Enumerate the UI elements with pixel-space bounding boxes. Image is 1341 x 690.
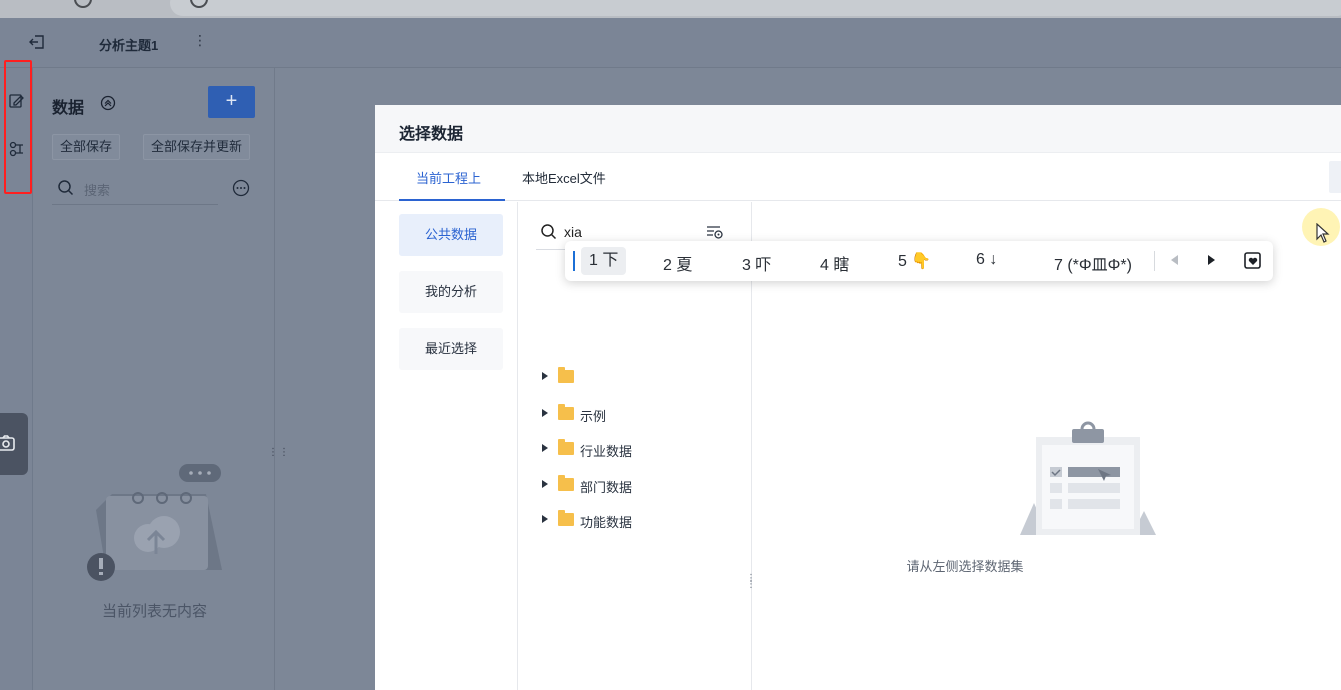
folder-icon [558, 439, 574, 455]
collapse-up-icon[interactable] [100, 95, 116, 111]
app-header: 分析主题1 ⋮ [0, 18, 1341, 68]
ime-candidate[interactable]: 3 吓 [742, 251, 771, 275]
sticker-icon[interactable] [1243, 250, 1263, 270]
search-icon [58, 180, 74, 196]
panel-resize-handle[interactable]: ⋮⋮ [268, 448, 290, 458]
empty-list-text: 当前列表无内容 [101, 603, 207, 620]
expand-caret-icon[interactable] [542, 372, 548, 380]
ime-candidate[interactable]: 4 瞎 [820, 251, 849, 275]
exit-icon[interactable] [28, 33, 46, 51]
tab-current-project[interactable]: 当前工程上 [416, 168, 481, 187]
expand-caret-icon[interactable] [542, 409, 548, 417]
address-bar[interactable] [170, 0, 1341, 16]
subject-title[interactable]: 分析主题1 [99, 35, 158, 54]
ime-caret [573, 251, 575, 271]
data-search-input[interactable]: 搜索 [52, 173, 218, 205]
dialog-side-button[interactable] [1329, 161, 1341, 193]
save-all-update-button[interactable]: 全部保存并更新 [143, 134, 251, 160]
cursor-arrow-icon [1316, 223, 1330, 243]
folder-icon [558, 404, 574, 420]
annotation-highlight-box [4, 60, 32, 194]
save-all-button[interactable]: 全部保存 [52, 134, 121, 160]
tree-item-label: 行业数据 [580, 444, 633, 459]
nav-public-data[interactable]: 公共数据 [399, 214, 503, 256]
data-panel: 数据 + 全部保存 全部保存并更新 搜索 当前列表无内容 [34, 68, 275, 690]
ime-candidate[interactable]: 7 (*Φ皿Φ*) [1054, 251, 1132, 275]
expand-caret-icon[interactable] [542, 515, 548, 523]
search-icon [541, 224, 557, 240]
tree-item-label: 示例 [580, 409, 607, 424]
dialog-title: 选择数据 [399, 126, 464, 143]
folder-icon [558, 367, 574, 383]
filter-settings-icon[interactable] [706, 224, 724, 240]
folder-icon [558, 510, 574, 526]
expand-caret-icon[interactable] [542, 444, 548, 452]
camera-icon [0, 435, 15, 451]
nav-my-analysis[interactable]: 我的分析 [399, 271, 503, 313]
ime-prev-page-icon[interactable] [1171, 255, 1178, 265]
ime-next-page-icon[interactable] [1208, 255, 1215, 265]
expand-caret-icon[interactable] [542, 480, 548, 488]
panel-heading: 数据 [52, 100, 85, 117]
mouse-cursor [1302, 208, 1340, 246]
more-options-icon[interactable] [232, 179, 250, 197]
folder-icon [558, 475, 574, 491]
search-placeholder: 搜索 [84, 183, 111, 198]
screenshot-button[interactable] [0, 413, 28, 475]
tree-item-label: 功能数据 [580, 515, 633, 530]
active-tab-indicator [399, 199, 505, 201]
empty-list-illustration [87, 464, 222, 581]
data-category-nav: 公共数据 我的分析 最近选择 [375, 202, 518, 690]
ime-candidate-bar: 1 下 2 夏 3 吓 4 瞎 5 👇 6 ↓ 7 (*Φ皿Φ*) [565, 241, 1273, 281]
source-tabs: 当前工程上 本地Excel文件 [375, 153, 1341, 201]
ime-candidate[interactable]: 5 👇 [898, 251, 931, 271]
tab-local-excel[interactable]: 本地Excel文件 [522, 168, 606, 187]
ime-candidate[interactable]: 6 ↓ [976, 251, 997, 269]
reload-icon[interactable] [74, 0, 92, 8]
ime-candidate[interactable]: 1 下 [581, 247, 627, 275]
ime-candidate[interactable]: 2 夏 [663, 251, 692, 275]
search-value: xia [564, 224, 582, 240]
tree-item-label: 部门数据 [580, 480, 633, 495]
dialog-header: 选择数据 [375, 105, 1341, 153]
select-data-dialog: 选择数据 当前工程上 本地Excel文件 公共数据 我的分析 最近选择 xia [375, 105, 1341, 690]
add-data-button[interactable]: + [208, 86, 255, 118]
more-icon[interactable]: ⋮ [193, 32, 207, 49]
empty-selection-hint: 请从左侧选择数据集 [906, 559, 1024, 574]
browser-toolbar [0, 0, 1341, 18]
nav-recent[interactable]: 最近选择 [399, 328, 503, 370]
ime-divider [1154, 251, 1155, 271]
empty-selection-illustration [1020, 421, 1156, 535]
